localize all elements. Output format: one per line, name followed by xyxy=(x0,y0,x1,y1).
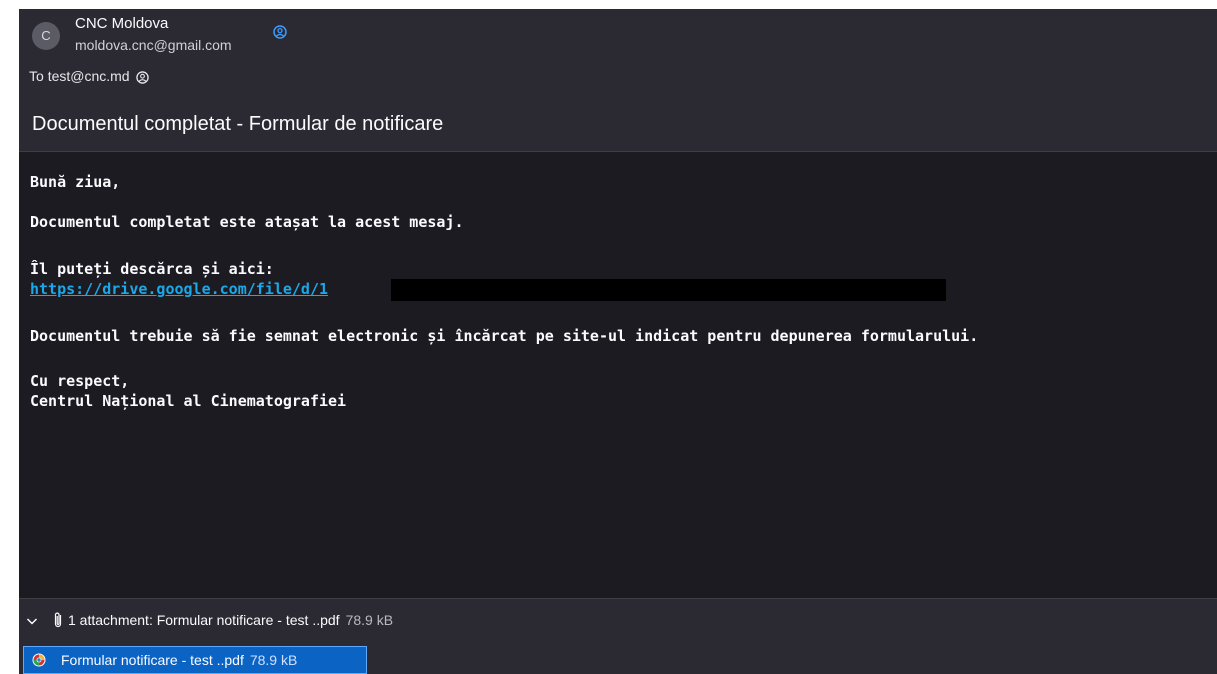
attachment-summary-text: 1 attachment: Formular notificare - test… xyxy=(68,612,340,628)
recipient-email[interactable]: test@cnc.md xyxy=(48,68,130,84)
paperclip-icon xyxy=(53,611,63,632)
body-signature: Centrul Național al Cinematografiei xyxy=(30,392,347,410)
message-subject: Documentul completat - Formular de notif… xyxy=(32,113,444,135)
redaction-block xyxy=(391,279,946,301)
drive-link[interactable]: https://drive.google.com/file/d/1 xyxy=(30,280,328,299)
attachment-name: Formular notificare - test ..pdf 78.9 kB xyxy=(61,652,297,668)
pdf-file-icon xyxy=(32,653,46,670)
body-greeting: Bună ziua, xyxy=(30,173,121,191)
recipient-prefix: To xyxy=(29,68,44,84)
avatar: C xyxy=(32,22,60,50)
sender-row: C CNC Moldova moldova.cnc@gmail.com xyxy=(19,9,1217,55)
recipient-row: To test@cnc.md xyxy=(29,67,150,85)
contact-icon[interactable] xyxy=(133,68,150,84)
body-closing: Cu respect, xyxy=(30,372,130,390)
body-line: Documentul completat este atașat la aces… xyxy=(30,213,464,231)
sender-email[interactable]: moldova.cnc@gmail.com xyxy=(75,37,232,53)
attachment-size: 78.9 kB xyxy=(249,652,298,668)
body-line: Îl puteți descărca și aici: xyxy=(30,260,274,278)
attachment-filename: Formular notificare - test ..pdf xyxy=(61,652,244,668)
attachment-item[interactable]: Formular notificare - test ..pdf 78.9 kB xyxy=(23,646,367,674)
sender-name[interactable]: CNC Moldova xyxy=(75,15,168,32)
attachment-summary[interactable]: 1 attachment: Formular notificare - test… xyxy=(68,612,393,628)
contact-icon[interactable] xyxy=(273,25,287,44)
chevron-down-icon[interactable] xyxy=(26,614,38,630)
attachment-summary-size: 78.9 kB xyxy=(345,612,394,628)
attachment-bar[interactable]: 1 attachment: Formular notificare - test… xyxy=(19,599,1217,641)
message-view: C CNC Moldova moldova.cnc@gmail.com To t… xyxy=(19,9,1217,674)
body-line: Documentul trebuie să fie semnat electro… xyxy=(30,327,979,345)
